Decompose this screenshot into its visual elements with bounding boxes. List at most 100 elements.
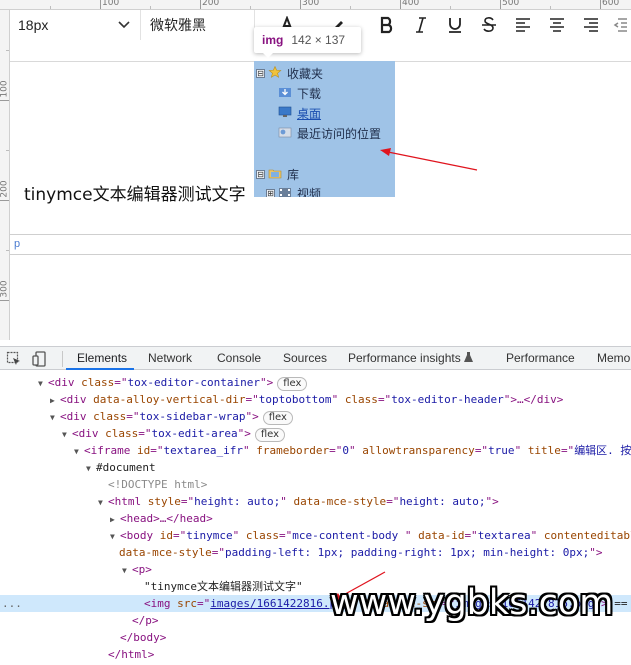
- tab-sources[interactable]: Sources: [283, 351, 327, 365]
- collapse-triangle-icon[interactable]: ▼: [62, 426, 72, 443]
- ruler-label: 500: [502, 0, 520, 8]
- flex-badge[interactable]: flex: [262, 411, 293, 425]
- ruler-label: 400: [402, 0, 420, 8]
- dom-node-iframe[interactable]: ▼ <iframe id="textarea_ifr" frameborder="…: [0, 442, 631, 459]
- dom-node-body[interactable]: ▼ <body id="tinymce" class="mce-content-b…: [0, 527, 631, 544]
- watermark-text: www.ygbks.com: [330, 583, 614, 623]
- dom-node-html-close[interactable]: </html>: [0, 646, 631, 663]
- align-left-button[interactable]: [510, 13, 536, 37]
- tree-label: 收藏夹: [287, 67, 324, 81]
- ruler-label: 100: [0, 80, 10, 98]
- dom-node-editor-header[interactable]: ▶ <div data-alloy-vertical-dir="toptobott…: [0, 391, 631, 408]
- inspect-element-icon[interactable]: [6, 351, 22, 367]
- align-right-button[interactable]: [578, 13, 604, 37]
- collapse-icon: ⊟: [256, 69, 265, 78]
- ruler-label: 200: [0, 180, 10, 198]
- dom-node-html[interactable]: ▼ <html style="height: auto;" data-mce-st…: [0, 493, 631, 510]
- element-path-p[interactable]: p: [14, 238, 20, 250]
- tree-label: 库: [287, 168, 300, 182]
- italic-button[interactable]: [408, 13, 434, 37]
- collapse-triangle-icon[interactable]: ▼: [122, 562, 132, 579]
- top-ruler: 100 200 300 400 500 600: [0, 0, 631, 10]
- tab-label: Performance insights: [348, 351, 461, 365]
- tree-label: 视频: [297, 187, 322, 197]
- font-family-select[interactable]: 微软雅黑: [142, 12, 260, 38]
- tree-row-recent: 最近访问的位置: [278, 125, 381, 142]
- star-icon: [268, 65, 287, 81]
- italic-icon: [414, 16, 428, 34]
- dom-node-doctype[interactable]: <!DOCTYPE html>: [0, 476, 631, 493]
- ruler-label: 200: [202, 0, 220, 8]
- tooltip-dimensions: 142 × 137: [291, 33, 346, 47]
- tree-row-downloads: 下载: [278, 85, 321, 102]
- bold-button[interactable]: [374, 13, 400, 37]
- tab-elements[interactable]: Elements: [77, 351, 127, 365]
- dom-node-sidebar-wrap[interactable]: ▼ <div class="tox-sidebar-wrap"> flex: [0, 408, 631, 425]
- tooltip-arrow: [262, 52, 274, 58]
- recent-places-icon: [278, 126, 297, 141]
- element-path-bar: p: [10, 234, 631, 255]
- ruler-label: 300: [302, 0, 320, 8]
- tree-row-video: ⊞ 视频: [266, 185, 321, 197]
- collapse-triangle-icon[interactable]: ▼: [110, 528, 120, 545]
- left-ruler: 100 200 300: [0, 10, 10, 340]
- flask-icon: [464, 351, 474, 365]
- align-right-icon: [583, 17, 599, 33]
- chevron-down-icon: [118, 18, 130, 32]
- tab-performance[interactable]: Performance: [506, 351, 575, 365]
- flex-badge[interactable]: flex: [277, 377, 308, 391]
- tree-row-favorites: ⊟ 收藏夹: [256, 65, 323, 82]
- editor-paragraph-text[interactable]: tinymce文本编辑器测试文字: [24, 180, 246, 205]
- outdent-button[interactable]: [610, 13, 630, 37]
- dom-node-body-continued[interactable]: data-mce-style="padding-left: 1px; paddi…: [0, 544, 631, 561]
- strikethrough-button[interactable]: [476, 13, 502, 37]
- flex-badge[interactable]: flex: [254, 428, 286, 442]
- img-src-link[interactable]: images/1661422816.png: [210, 597, 349, 610]
- video-folder-icon: [278, 186, 297, 197]
- expand-triangle-icon[interactable]: ▶: [110, 511, 120, 528]
- ruler-label: 300: [0, 280, 10, 298]
- font-family-value: 微软雅黑: [150, 17, 206, 33]
- tab-console[interactable]: Console: [217, 351, 261, 365]
- collapse-triangle-icon[interactable]: ▼: [50, 409, 60, 426]
- tree-label: 桌面: [297, 107, 322, 121]
- dom-node-editor-container[interactable]: ▼ <div class="tox-editor-container"> flex: [0, 374, 631, 391]
- strikethrough-icon: [481, 16, 497, 34]
- tree-row-desktop: 桌面: [278, 105, 321, 122]
- font-size-select[interactable]: 18px: [10, 12, 138, 38]
- align-center-icon: [549, 17, 565, 33]
- bold-icon: [379, 16, 395, 34]
- tab-memory[interactable]: Memo: [597, 351, 630, 365]
- ruler-label: 100: [102, 0, 120, 8]
- node-actions-dots[interactable]: ...: [2, 595, 22, 612]
- align-center-button[interactable]: [544, 13, 570, 37]
- library-folder-icon: [268, 167, 287, 182]
- outdent-icon: [613, 17, 627, 33]
- collapse-triangle-icon[interactable]: ▼: [74, 443, 84, 460]
- inserted-image[interactable]: ⊟ 收藏夹 下载 桌面 最近访问的位置 ⊟ 库 ⊞ 视频: [254, 61, 395, 197]
- dom-node-document[interactable]: ▼ #document: [0, 459, 631, 476]
- collapse-triangle-icon[interactable]: ▼: [38, 375, 48, 392]
- download-folder-icon: [278, 86, 297, 101]
- expand-icon: ⊞: [266, 189, 275, 197]
- inspect-tooltip: img 142 × 137: [254, 27, 361, 53]
- dom-node-edit-area[interactable]: ▼ <div class="tox-edit-area"> flex: [0, 425, 631, 442]
- devtools-tab-bar: Elements Network Console Sources Perform…: [0, 346, 631, 370]
- tab-performance-insights[interactable]: Performance insights: [348, 351, 474, 365]
- device-toggle-icon[interactable]: [32, 351, 48, 367]
- active-tab-indicator: [66, 368, 134, 370]
- dom-node-head[interactable]: ▶ <head>…</head>: [0, 510, 631, 527]
- collapse-triangle-icon[interactable]: ▼: [98, 494, 108, 511]
- tab-network[interactable]: Network: [148, 351, 192, 365]
- tree-row-library: ⊟ 库: [256, 166, 299, 183]
- underline-icon: [447, 16, 463, 34]
- collapse-triangle-icon[interactable]: ▼: [86, 460, 96, 477]
- dom-node-body-close[interactable]: </body>: [0, 629, 631, 646]
- expand-triangle-icon[interactable]: ▶: [50, 392, 60, 409]
- align-left-icon: [515, 17, 531, 33]
- tree-label: 最近访问的位置: [297, 127, 382, 141]
- underline-button[interactable]: [442, 13, 468, 37]
- tooltip-tag: img: [262, 33, 284, 47]
- dom-node-p[interactable]: ▼ <p>: [0, 561, 631, 578]
- ruler-label: 600: [602, 0, 620, 8]
